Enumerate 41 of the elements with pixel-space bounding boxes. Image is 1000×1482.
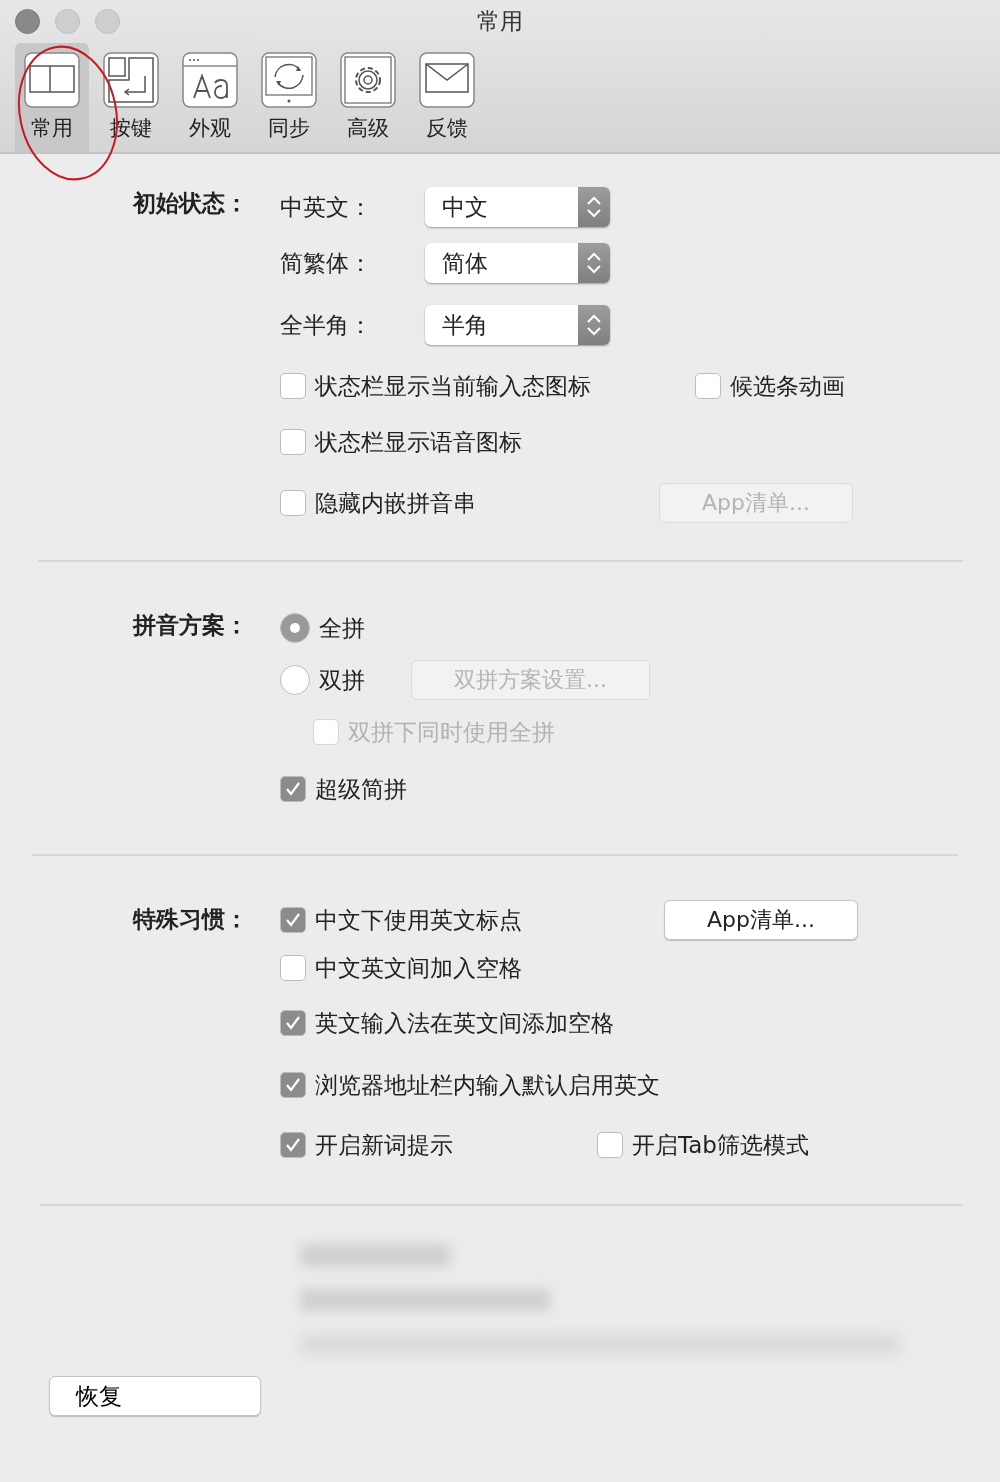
checkbox[interactable]: 隐藏内嵌拼音串 xyxy=(280,487,476,519)
toolbar-tab[interactable]: 高级 xyxy=(331,43,405,152)
section-label: 特殊习惯： xyxy=(133,905,249,934)
app-list-button[interactable]: App清单... xyxy=(664,900,858,940)
popup-menu[interactable]: 半角 xyxy=(425,305,610,345)
checkmark-icon xyxy=(284,780,302,798)
popup-label: 简繁体： xyxy=(280,248,373,278)
popup-label: 全半角： xyxy=(280,310,373,340)
stepper-arrows-icon xyxy=(578,305,610,345)
checkmark-icon xyxy=(284,911,302,929)
close-button[interactable] xyxy=(15,9,40,34)
toolbar-tab[interactable]: 同步 xyxy=(252,43,326,152)
checkbox[interactable]: 中文英文间加入空格 xyxy=(280,952,522,984)
checkmark-icon xyxy=(284,1136,302,1154)
checkmark-icon xyxy=(284,1076,302,1094)
stepper-arrows-icon xyxy=(578,243,610,283)
popup-label: 中英文： xyxy=(280,192,373,222)
checkbox[interactable]: 浏览器地址栏内输入默认启用英文 xyxy=(280,1069,660,1101)
checkbox[interactable]: 候选条动画 xyxy=(695,370,845,402)
toolbar-tab[interactable]: 常用 xyxy=(15,43,89,152)
radio-button[interactable]: 双拼 xyxy=(280,664,365,696)
checkmark-icon xyxy=(284,1014,302,1032)
zoom-button[interactable] xyxy=(95,9,120,34)
popup-menu[interactable]: 中文 xyxy=(425,187,610,227)
window-title: 常用 xyxy=(477,7,523,36)
popup-menu[interactable]: 简体 xyxy=(425,243,610,283)
radio-button[interactable]: 全拼 xyxy=(280,612,365,644)
checkbox[interactable]: 状态栏显示语音图标 xyxy=(280,426,522,458)
restore-defaults-button[interactable]: 恢复 xyxy=(49,1376,261,1416)
checkbox[interactable]: 开启Tab筛选模式 xyxy=(597,1129,809,1161)
checkbox[interactable]: 开启新词提示 xyxy=(280,1129,453,1161)
checkbox[interactable]: 超级简拼 xyxy=(280,773,407,805)
checkbox[interactable]: 中文下使用英文标点 xyxy=(280,904,522,936)
minimize-button[interactable] xyxy=(55,9,80,34)
checkbox[interactable]: 英文输入法在英文间添加空格 xyxy=(280,1007,614,1039)
toolbar-tab[interactable]: 外观 xyxy=(173,43,247,152)
checkbox[interactable]: 状态栏显示当前输入态图标 xyxy=(280,370,591,402)
toolbar-tab[interactable]: 反馈 xyxy=(410,43,484,152)
section-label: 初始状态： xyxy=(133,189,249,218)
section-label: 拼音方案： xyxy=(133,611,249,640)
stepper-arrows-icon xyxy=(578,187,610,227)
